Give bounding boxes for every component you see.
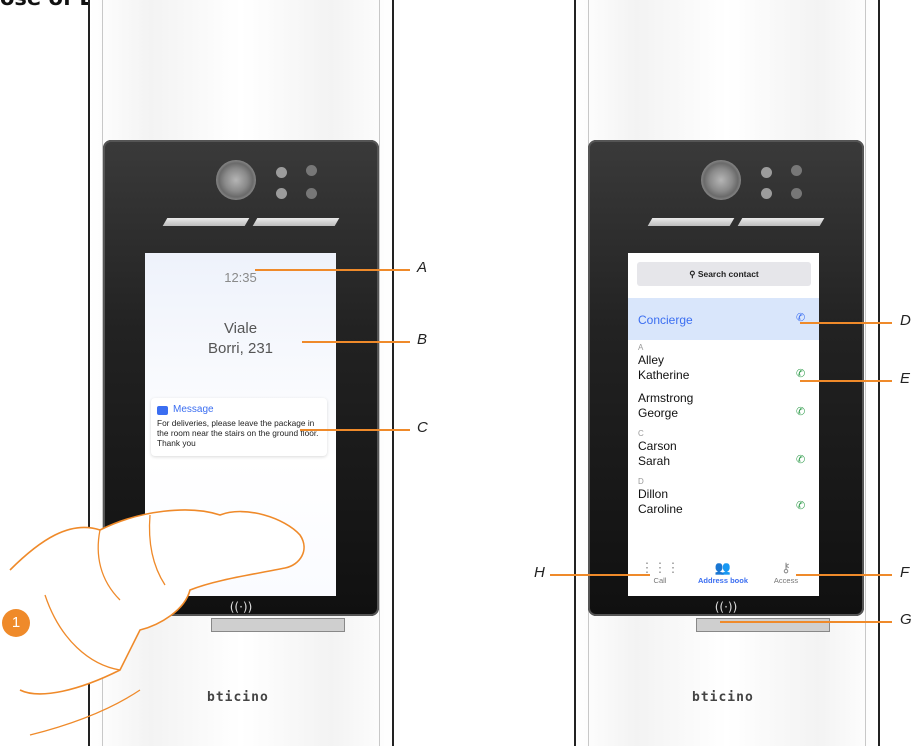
callout-line-f bbox=[796, 574, 892, 576]
brand-logo: bticino bbox=[692, 690, 754, 705]
callout-label-a: A bbox=[417, 259, 428, 276]
contact-row[interactable]: Armstrong George bbox=[638, 391, 693, 421]
camera-lens-icon bbox=[701, 160, 741, 200]
tab-call-label: Call bbox=[653, 576, 667, 585]
search-label: Search contact bbox=[697, 269, 759, 279]
callout-line-h bbox=[550, 574, 650, 576]
step-number-badge: 1 bbox=[2, 609, 30, 637]
sensor-dot bbox=[761, 167, 772, 178]
contact-first-line: Armstrong bbox=[638, 391, 694, 405]
light-slot bbox=[647, 218, 735, 226]
section-letter: A bbox=[638, 343, 644, 352]
nfc-reader-icon: ((·)) bbox=[714, 600, 738, 614]
callout-label-c: C bbox=[417, 419, 428, 436]
callout-label-h: H bbox=[534, 564, 545, 581]
callout-label-e: E bbox=[900, 370, 911, 387]
contact-row-concierge[interactable]: Concierge ✆ bbox=[628, 298, 819, 340]
light-slot bbox=[162, 218, 250, 226]
clock-time: 12:35 bbox=[224, 270, 257, 285]
tab-call[interactable]: ⋮⋮⋮ Call bbox=[630, 560, 690, 585]
sensor-dot bbox=[761, 188, 772, 199]
contact-second-line: George bbox=[638, 406, 679, 420]
tab-address-book-label: Address book bbox=[697, 576, 748, 585]
callout-label-b: B bbox=[417, 331, 428, 348]
search-icon: ⚲ bbox=[689, 269, 698, 279]
section-letter: C bbox=[638, 429, 644, 438]
callout-label-d: D bbox=[900, 312, 911, 329]
sensor-dot bbox=[306, 165, 317, 176]
contact-first-line: Alley bbox=[638, 353, 665, 367]
search-contact-button[interactable]: ⚲ Search contact bbox=[637, 262, 811, 286]
camera-lens-icon bbox=[216, 160, 256, 200]
tab-access[interactable]: ⚷ Access bbox=[756, 560, 816, 585]
tab-access-label: Access bbox=[773, 576, 799, 585]
phone-icon[interactable]: ✆ bbox=[796, 453, 805, 466]
light-slot bbox=[252, 218, 340, 226]
sensor-dot bbox=[276, 188, 287, 199]
contact-row[interactable]: Carson Sarah bbox=[638, 439, 677, 469]
contact-second-line: Katherine bbox=[638, 368, 690, 382]
callout-label-g: G bbox=[900, 611, 912, 628]
right-intercom-device: ⚲ Search contact Concierge ✆ A Alley Kat… bbox=[588, 140, 864, 616]
contact-second-line: Sarah bbox=[638, 454, 671, 468]
sensor-dot bbox=[306, 188, 317, 199]
right-touchscreen[interactable]: ⚲ Search contact Concierge ✆ A Alley Kat… bbox=[628, 253, 819, 596]
contact-first-line: Carson bbox=[638, 439, 677, 453]
phone-icon[interactable]: ✆ bbox=[796, 499, 805, 512]
phone-icon[interactable]: ✆ bbox=[796, 367, 805, 380]
sensor-dot bbox=[791, 165, 802, 176]
hand-illustration bbox=[9, 509, 305, 736]
callout-line-a bbox=[255, 269, 410, 271]
contact-row[interactable]: Alley Katherine bbox=[638, 353, 689, 383]
tab-address-book[interactable]: 👥 Address book bbox=[693, 560, 753, 585]
contact-second-line: Caroline bbox=[638, 502, 683, 516]
contact-row[interactable]: Dillon Caroline bbox=[638, 487, 683, 517]
light-slot bbox=[737, 218, 825, 226]
sensor-dot bbox=[791, 188, 802, 199]
address-line-1: Viale bbox=[223, 320, 258, 337]
contacts-icon: 👥 bbox=[714, 560, 732, 575]
callout-label-f: F bbox=[900, 564, 910, 581]
contact-first-line: Dillon bbox=[638, 487, 669, 501]
callout-line-g bbox=[720, 621, 892, 623]
phone-icon[interactable]: ✆ bbox=[796, 405, 805, 418]
section-letter: D bbox=[638, 477, 644, 486]
callout-line-e bbox=[800, 380, 892, 382]
callout-line-d bbox=[800, 322, 892, 324]
sensor-dot bbox=[276, 167, 287, 178]
contact-name-concierge: Concierge bbox=[638, 313, 693, 327]
bottom-tab-bar: ⋮⋮⋮ Call 👥 Address book ⚷ Access bbox=[628, 556, 819, 596]
